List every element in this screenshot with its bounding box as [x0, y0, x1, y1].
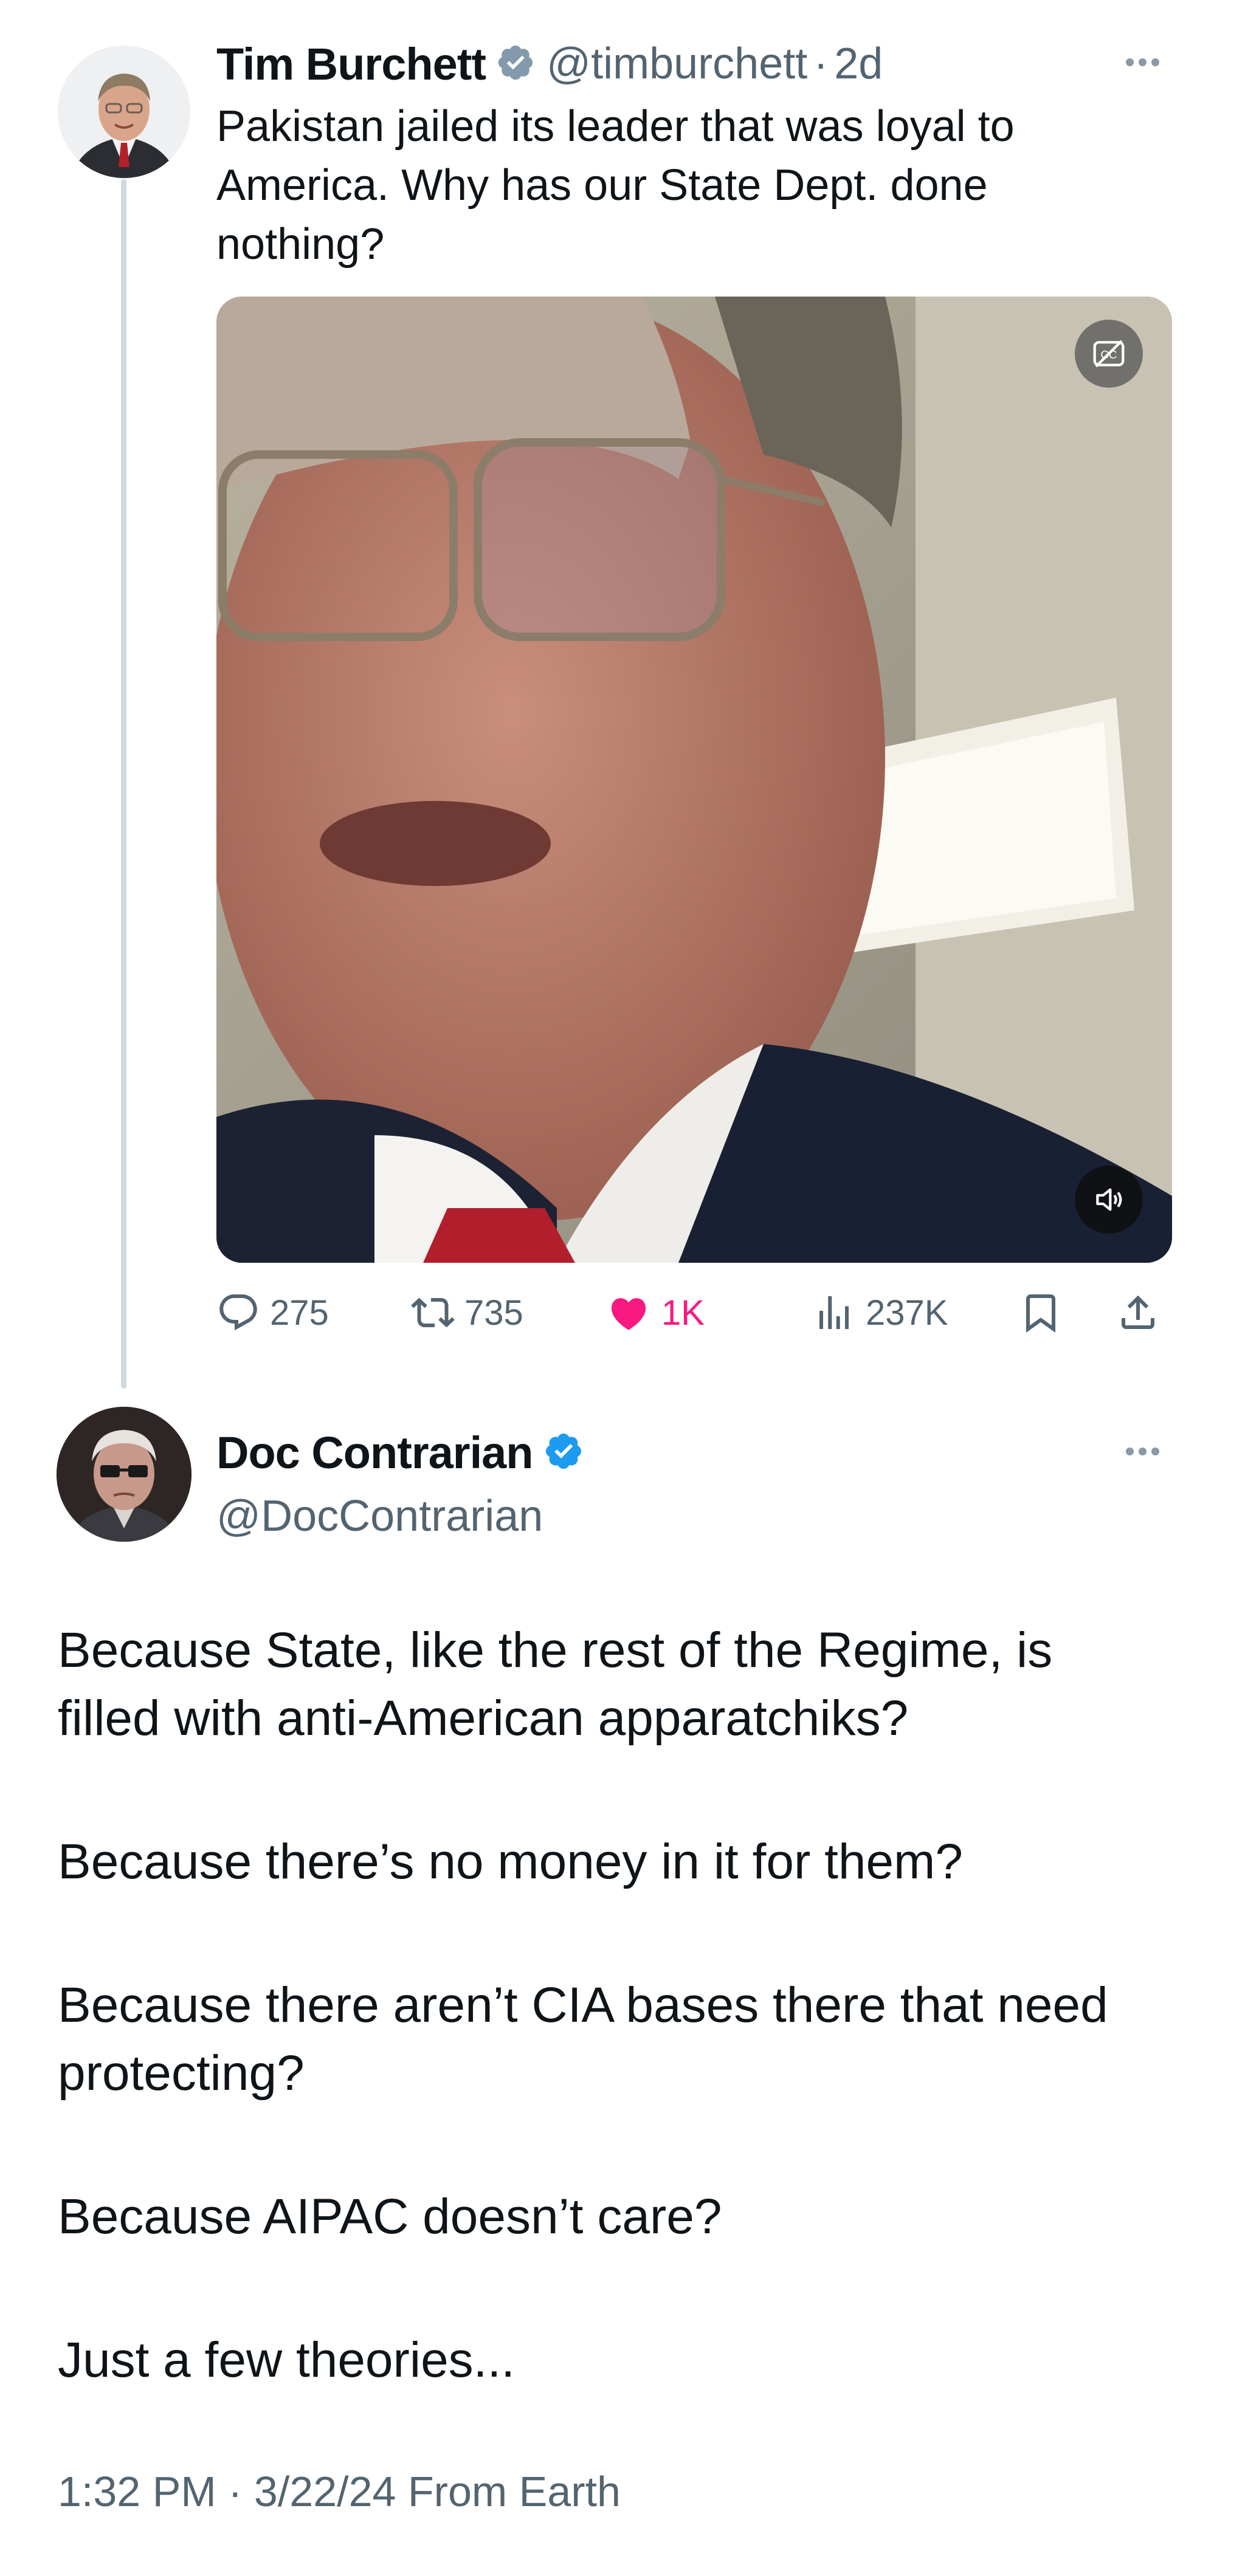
repost-button[interactable]: 735: [411, 1282, 523, 1343]
reply-line: Because State, like the rest of the Regi…: [58, 1623, 1053, 1678]
reply-line: filled with anti-American apparatchiks?: [58, 1691, 909, 1746]
video-player[interactable]: CC: [216, 297, 1172, 1263]
avatar-tim-burchett[interactable]: [58, 46, 190, 178]
reply-button[interactable]: 275: [216, 1282, 329, 1343]
tweet-time[interactable]: 2d: [834, 39, 883, 89]
like-button[interactable]: 1K: [605, 1282, 705, 1343]
avatar-portrait: [57, 1407, 191, 1542]
speaker-icon[interactable]: [1075, 1166, 1143, 1234]
reply-paragraph: Because there’s no money in it for them?: [58, 1828, 1201, 1896]
reply-paragraph: Just a few theories...: [58, 2326, 1201, 2394]
bookmark-icon: [1026, 1294, 1055, 1333]
views-count: 237K: [866, 1293, 948, 1333]
like-count: 1K: [661, 1293, 705, 1333]
thread-connector-line: [121, 179, 126, 1389]
author-handle[interactable]: @DocContrarian: [216, 1486, 584, 1547]
reply-paragraph: Because AIPAC doesn’t care?: [58, 2183, 1201, 2251]
separator-dot: ·: [813, 39, 829, 88]
reply-paragraph: Because there aren’t CIA bases there tha…: [58, 1971, 1201, 2107]
author-name[interactable]: Doc Contrarian: [216, 1427, 534, 1479]
reply-count: 275: [270, 1293, 329, 1333]
bookmark-button[interactable]: [1019, 1282, 1063, 1343]
closed-captions-icon[interactable]: CC: [1075, 320, 1143, 388]
parent-tweet-text: Pakistan jailed its leader that was loya…: [216, 97, 1165, 274]
reply-line: Because there’s no money in it for them?: [58, 1834, 963, 1889]
author-handle[interactable]: @timburchett: [547, 39, 807, 89]
tweet-text-line: nothing?: [216, 220, 385, 269]
tweet-action-bar: 275 735 1K 237K: [216, 1282, 1172, 1343]
repost-arrows-icon: [411, 1297, 455, 1328]
reply-tweet-text: Because State, like the rest of the Regi…: [58, 1616, 1201, 2394]
tweet-text-line: Pakistan jailed its leader that was loya…: [216, 102, 1015, 151]
parent-tweet-header: Tim Burchett @timburchett · 2d: [216, 33, 883, 94]
video-frame: [216, 297, 1172, 1263]
reply-line: Just a few theories...: [58, 2332, 516, 2388]
avatar-portrait: [58, 46, 190, 178]
tweet-timestamp[interactable]: 1:32 PM · 3/22/24 From Earth: [58, 2467, 621, 2516]
share-upload-icon: [1122, 1295, 1154, 1329]
reply-line: Because there aren’t CIA bases there tha…: [58, 1977, 1108, 2033]
reply-line: Because AIPAC doesn’t care?: [58, 2189, 722, 2244]
heart-icon: [611, 1298, 646, 1330]
more-dots-icon[interactable]: [1126, 58, 1159, 66]
verified-badge-icon[interactable]: [495, 43, 536, 86]
views-button[interactable]: 237K: [812, 1282, 948, 1343]
bar-chart-icon: [819, 1296, 849, 1329]
share-button[interactable]: [1116, 1282, 1160, 1343]
avatar-doc-contrarian[interactable]: [57, 1407, 191, 1542]
repost-count: 735: [464, 1293, 523, 1333]
reply-bubble-icon: [219, 1294, 257, 1331]
reply-paragraph: Because State, like the rest of the Regi…: [58, 1616, 1201, 1753]
verified-badge-icon[interactable]: [543, 1431, 584, 1475]
more-dots-icon[interactable]: [1126, 1448, 1159, 1455]
author-name[interactable]: Tim Burchett: [216, 38, 486, 90]
reply-tweet-header: Doc Contrarian @DocContrarian: [216, 1419, 584, 1547]
reply-line: protecting?: [58, 2045, 305, 2101]
tweet-text-line: America. Why has our State Dept. done: [216, 161, 988, 210]
